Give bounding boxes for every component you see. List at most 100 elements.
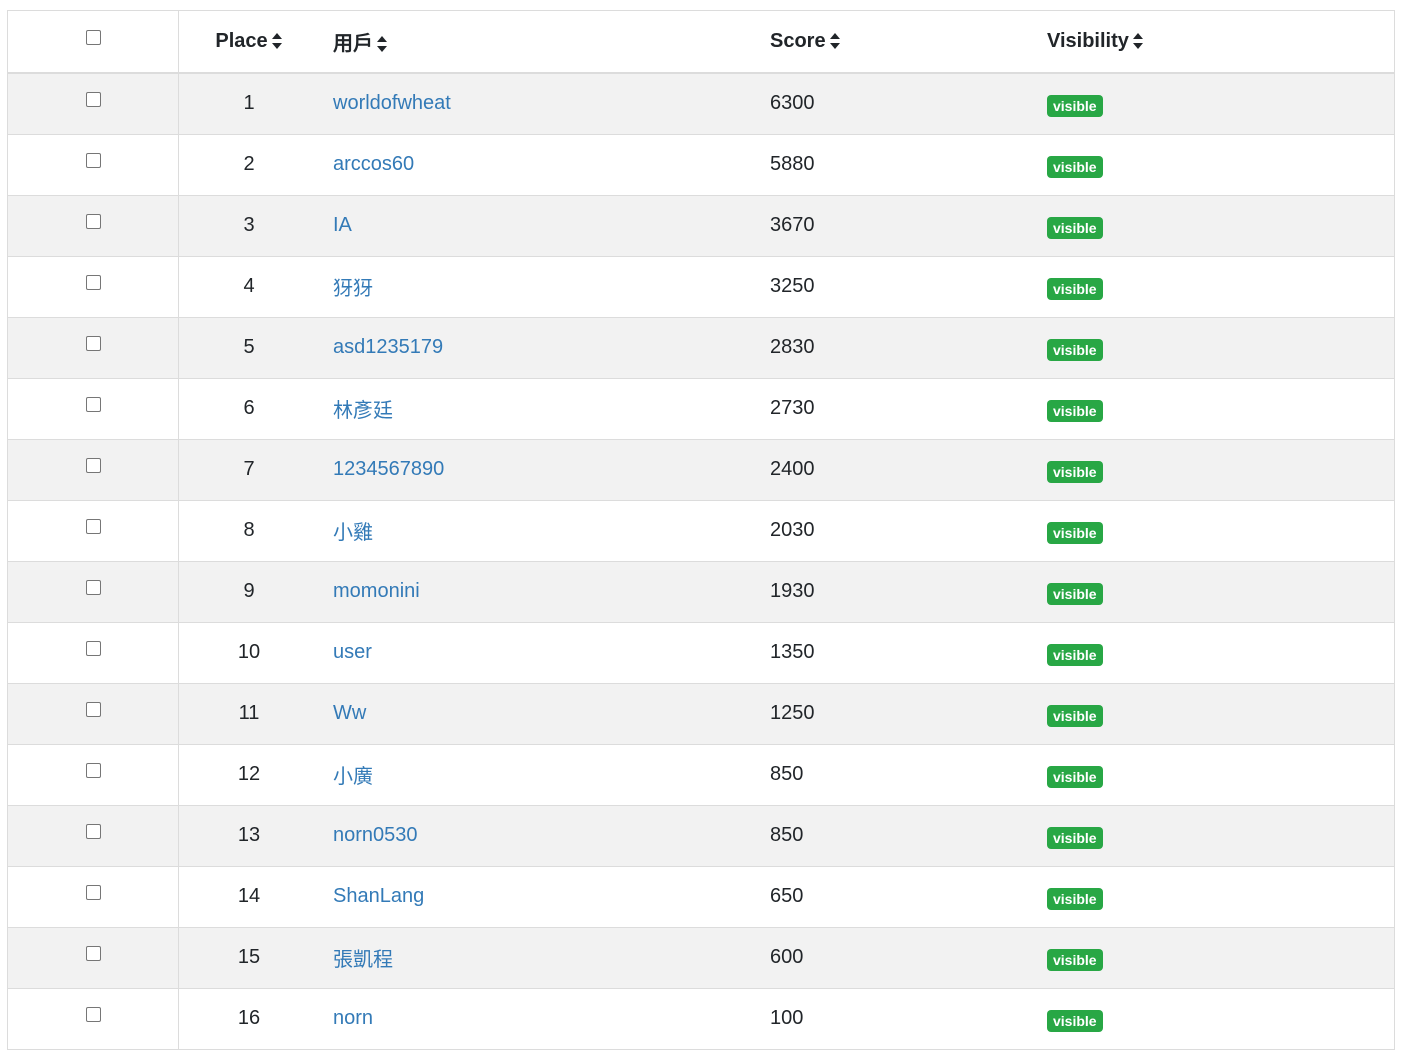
row-user-link[interactable]: 林彥廷 [333,400,393,422]
row-select-cell [8,683,179,744]
row-user-link[interactable]: 張凱程 [333,949,393,971]
header-user[interactable]: 用戶 [319,11,770,74]
row-checkbox[interactable] [85,763,101,778]
row-user-link[interactable]: 1234567890 [333,458,444,480]
row-select-cell [8,73,179,134]
visibility-badge: visible [1047,888,1103,910]
row-checkbox[interactable] [85,946,101,961]
table-header-row: Place 用戶 Score Visibility [8,11,1394,74]
select-all-checkbox[interactable] [85,30,101,45]
row-score: 100 [770,1007,804,1029]
row-score: 850 [770,763,804,785]
header-score[interactable]: Score [770,11,1047,74]
table-row: 13 norn0530 850 visible [8,805,1394,866]
select-all-cell [8,11,179,74]
row-user-link[interactable]: 小雞 [333,522,373,544]
table-row: 3 IA 3670 visible [8,195,1394,256]
row-user-link[interactable]: ShanLang [333,885,424,907]
row-score: 3670 [770,214,815,236]
scoreboard-table: Place 用戶 Score Visibility 1 worldofwheat… [7,10,1395,1050]
header-visibility[interactable]: Visibility [1047,11,1394,74]
row-place: 8 [243,519,255,541]
row-place: 1 [243,92,255,115]
row-checkbox[interactable] [85,397,101,412]
header-user-label: 用戶 [333,33,373,55]
row-select-cell [8,927,179,988]
row-select-cell [8,805,179,866]
table-row: 4 犽犽 3250 visible [8,256,1394,317]
row-place: 2 [243,153,255,175]
table-row: 2 arccos60 5880 visible [8,134,1394,195]
row-checkbox[interactable] [85,641,101,656]
table-row: 11 Ww 1250 visible [8,683,1394,744]
row-user-link[interactable]: asd1235179 [333,336,443,358]
row-select-cell [8,744,179,805]
row-place: 7 [243,458,255,480]
row-checkbox[interactable] [85,1007,101,1022]
row-select-cell [8,317,179,378]
row-select-cell [8,256,179,317]
header-visibility-label: Visibility [1047,30,1129,52]
table-row: 7 1234567890 2400 visible [8,439,1394,500]
row-score: 2830 [770,336,815,358]
row-score: 600 [770,946,804,968]
row-score: 2030 [770,519,815,541]
row-select-cell [8,622,179,683]
visibility-badge: visible [1047,156,1103,178]
table-row: 9 momonini 1930 visible [8,561,1394,622]
row-user-link[interactable]: norn0530 [333,824,418,846]
row-score: 850 [770,824,804,846]
sort-icon[interactable] [1132,32,1144,50]
row-checkbox[interactable] [85,458,101,473]
row-place: 10 [237,641,261,663]
sort-icon[interactable] [271,32,283,50]
row-select-cell [8,134,179,195]
row-user-link[interactable]: worldofwheat [333,92,451,114]
row-place: 13 [237,824,261,846]
visibility-badge: visible [1047,644,1103,666]
row-place: 14 [237,885,261,907]
row-user-link[interactable]: momonini [333,580,420,602]
row-user-link[interactable]: 小廣 [333,766,373,788]
row-user-link[interactable]: IA [333,214,352,236]
table-row: 16 norn 100 visible [8,988,1394,1049]
table-row: 1 worldofwheat 6300 visible [8,73,1394,134]
row-place: 16 [237,1007,261,1029]
sort-icon[interactable] [376,35,388,53]
visibility-badge: visible [1047,766,1103,788]
row-checkbox[interactable] [85,275,101,290]
header-place[interactable]: Place [178,11,319,74]
header-place-label: Place [215,30,268,52]
row-checkbox[interactable] [85,214,101,229]
row-checkbox[interactable] [85,519,101,534]
visibility-badge: visible [1047,827,1103,849]
sort-icon[interactable] [829,32,841,50]
row-checkbox[interactable] [85,92,101,108]
row-checkbox[interactable] [85,885,101,900]
row-user-link[interactable]: user [333,641,372,663]
row-place: 9 [243,580,255,602]
row-place: 12 [237,763,261,785]
visibility-badge: visible [1047,461,1103,483]
row-score: 6300 [770,92,815,115]
row-score: 1930 [770,580,815,602]
row-user-link[interactable]: norn [333,1007,373,1029]
visibility-badge: visible [1047,1010,1103,1032]
visibility-badge: visible [1047,583,1103,605]
row-user-link[interactable]: 犽犽 [333,278,373,300]
row-select-cell [8,561,179,622]
row-user-link[interactable]: Ww [333,702,366,724]
row-checkbox[interactable] [85,153,101,168]
row-checkbox[interactable] [85,336,101,351]
row-checkbox[interactable] [85,580,101,595]
row-user-link[interactable]: arccos60 [333,153,414,175]
row-checkbox[interactable] [85,824,101,839]
row-checkbox[interactable] [85,702,101,717]
table-row: 10 user 1350 visible [8,622,1394,683]
row-select-cell [8,439,179,500]
row-score: 3250 [770,275,815,297]
row-score: 2400 [770,458,815,480]
visibility-badge: visible [1047,949,1103,971]
row-place: 4 [243,275,255,297]
visibility-badge: visible [1047,705,1103,727]
